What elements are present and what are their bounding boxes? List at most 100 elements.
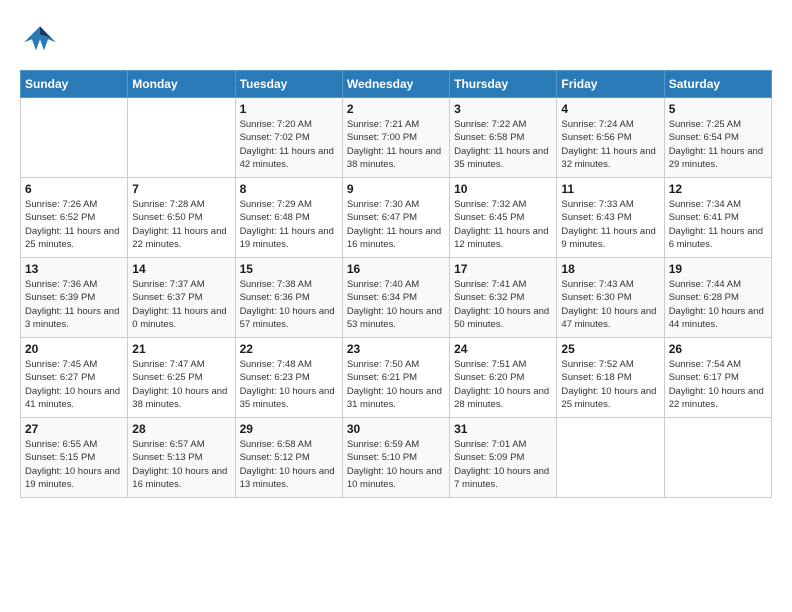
day-info: Sunrise: 7:38 AM Sunset: 6:36 PM Dayligh… bbox=[240, 278, 338, 331]
calendar-cell bbox=[664, 418, 771, 498]
weekday-header: Thursday bbox=[450, 71, 557, 98]
calendar-week-row: 13Sunrise: 7:36 AM Sunset: 6:39 PM Dayli… bbox=[21, 258, 772, 338]
calendar-cell: 26 Sunrise: 7:54 AM Sunset: 6:17 PM Dayli… bbox=[664, 338, 771, 418]
day-info: Sunrise: 7:22 AM Sunset: 6:58 PM Dayligh… bbox=[454, 118, 552, 171]
calendar-cell: 21 Sunrise: 7:47 AM Sunset: 6:25 PM Dayli… bbox=[128, 338, 235, 418]
calendar-cell: 9 Sunrise: 7:30 AM Sunset: 6:47 PM Daylig… bbox=[342, 178, 449, 258]
day-number: 16 bbox=[347, 262, 445, 276]
day-info: Sunrise: 7:34 AM Sunset: 6:41 PM Dayligh… bbox=[669, 198, 767, 251]
day-info: Sunrise: 7:54 AM Sunset: 6:17 PM Dayligh… bbox=[669, 358, 767, 411]
calendar-week-row: 6 Sunrise: 7:26 AM Sunset: 6:52 PM Daylig… bbox=[21, 178, 772, 258]
calendar-cell: 12 Sunrise: 7:34 AM Sunset: 6:41 PM Dayli… bbox=[664, 178, 771, 258]
day-info: Sunrise: 7:50 AM Sunset: 6:21 PM Dayligh… bbox=[347, 358, 445, 411]
day-number: 17 bbox=[454, 262, 552, 276]
day-info: Sunrise: 7:41 AM Sunset: 6:32 PM Dayligh… bbox=[454, 278, 552, 331]
day-number: 28 bbox=[132, 422, 230, 436]
calendar-cell: 31 Sunrise: 7:01 AM Sunset: 5:09 PM Dayli… bbox=[450, 418, 557, 498]
calendar-cell: 5 Sunrise: 7:25 AM Sunset: 6:54 PM Daylig… bbox=[664, 98, 771, 178]
day-info: Sunrise: 7:26 AM Sunset: 6:52 PM Dayligh… bbox=[25, 198, 123, 251]
day-number: 24 bbox=[454, 342, 552, 356]
day-number: 3 bbox=[454, 102, 552, 116]
day-number: 18 bbox=[561, 262, 659, 276]
calendar-cell: 8 Sunrise: 7:29 AM Sunset: 6:48 PM Daylig… bbox=[235, 178, 342, 258]
weekday-header: Monday bbox=[128, 71, 235, 98]
calendar-cell bbox=[128, 98, 235, 178]
page-header bbox=[20, 20, 772, 60]
day-info: Sunrise: 7:01 AM Sunset: 5:09 PM Dayligh… bbox=[454, 438, 552, 491]
day-info: Sunrise: 7:20 AM Sunset: 7:02 PM Dayligh… bbox=[240, 118, 338, 171]
day-number: 9 bbox=[347, 182, 445, 196]
calendar-cell: 18 Sunrise: 7:43 AM Sunset: 6:30 PM Dayli… bbox=[557, 258, 664, 338]
day-info: Sunrise: 7:40 AM Sunset: 6:34 PM Dayligh… bbox=[347, 278, 445, 331]
day-number: 2 bbox=[347, 102, 445, 116]
day-number: 20 bbox=[25, 342, 123, 356]
calendar-cell: 17 Sunrise: 7:41 AM Sunset: 6:32 PM Dayli… bbox=[450, 258, 557, 338]
calendar-week-row: 27Sunrise: 6:55 AM Sunset: 5:15 PM Dayli… bbox=[21, 418, 772, 498]
day-info: Sunrise: 7:24 AM Sunset: 6:56 PM Dayligh… bbox=[561, 118, 659, 171]
day-number: 4 bbox=[561, 102, 659, 116]
weekday-header: Wednesday bbox=[342, 71, 449, 98]
calendar-week-row: 1 Sunrise: 7:20 AM Sunset: 7:02 PM Daylig… bbox=[21, 98, 772, 178]
day-number: 14 bbox=[132, 262, 230, 276]
calendar-cell: 14Sunrise: 7:37 AM Sunset: 6:37 PM Dayli… bbox=[128, 258, 235, 338]
calendar-cell: 13Sunrise: 7:36 AM Sunset: 6:39 PM Dayli… bbox=[21, 258, 128, 338]
calendar-cell: 29Sunrise: 6:58 AM Sunset: 5:12 PM Dayli… bbox=[235, 418, 342, 498]
weekday-header: Sunday bbox=[21, 71, 128, 98]
day-number: 5 bbox=[669, 102, 767, 116]
calendar-cell bbox=[21, 98, 128, 178]
logo-icon bbox=[20, 20, 60, 60]
calendar-cell: 27Sunrise: 6:55 AM Sunset: 5:15 PM Dayli… bbox=[21, 418, 128, 498]
day-info: Sunrise: 7:43 AM Sunset: 6:30 PM Dayligh… bbox=[561, 278, 659, 331]
day-number: 19 bbox=[669, 262, 767, 276]
calendar-cell: 3 Sunrise: 7:22 AM Sunset: 6:58 PM Daylig… bbox=[450, 98, 557, 178]
day-info: Sunrise: 7:28 AM Sunset: 6:50 PM Dayligh… bbox=[132, 198, 230, 251]
day-info: Sunrise: 6:57 AM Sunset: 5:13 PM Dayligh… bbox=[132, 438, 230, 491]
day-info: Sunrise: 7:21 AM Sunset: 7:00 PM Dayligh… bbox=[347, 118, 445, 171]
day-number: 26 bbox=[669, 342, 767, 356]
day-info: Sunrise: 7:33 AM Sunset: 6:43 PM Dayligh… bbox=[561, 198, 659, 251]
calendar-cell: 23 Sunrise: 7:50 AM Sunset: 6:21 PM Dayli… bbox=[342, 338, 449, 418]
day-number: 21 bbox=[132, 342, 230, 356]
day-info: Sunrise: 7:44 AM Sunset: 6:28 PM Dayligh… bbox=[669, 278, 767, 331]
calendar-week-row: 20 Sunrise: 7:45 AM Sunset: 6:27 PM Dayli… bbox=[21, 338, 772, 418]
day-info: Sunrise: 7:32 AM Sunset: 6:45 PM Dayligh… bbox=[454, 198, 552, 251]
calendar-cell: 24Sunrise: 7:51 AM Sunset: 6:20 PM Dayli… bbox=[450, 338, 557, 418]
day-info: Sunrise: 7:25 AM Sunset: 6:54 PM Dayligh… bbox=[669, 118, 767, 171]
day-info: Sunrise: 7:48 AM Sunset: 6:23 PM Dayligh… bbox=[240, 358, 338, 411]
calendar-cell: 10Sunrise: 7:32 AM Sunset: 6:45 PM Dayli… bbox=[450, 178, 557, 258]
calendar-cell: 2 Sunrise: 7:21 AM Sunset: 7:00 PM Daylig… bbox=[342, 98, 449, 178]
calendar-cell: 16 Sunrise: 7:40 AM Sunset: 6:34 PM Dayli… bbox=[342, 258, 449, 338]
calendar-cell: 25Sunrise: 7:52 AM Sunset: 6:18 PM Dayli… bbox=[557, 338, 664, 418]
calendar-table: SundayMondayTuesdayWednesdayThursdayFrid… bbox=[20, 70, 772, 498]
day-number: 6 bbox=[25, 182, 123, 196]
day-number: 1 bbox=[240, 102, 338, 116]
logo bbox=[20, 20, 64, 60]
weekday-header: Friday bbox=[557, 71, 664, 98]
calendar-cell: 1 Sunrise: 7:20 AM Sunset: 7:02 PM Daylig… bbox=[235, 98, 342, 178]
day-number: 13 bbox=[25, 262, 123, 276]
calendar-cell: 22 Sunrise: 7:48 AM Sunset: 6:23 PM Dayli… bbox=[235, 338, 342, 418]
day-number: 31 bbox=[454, 422, 552, 436]
weekday-header: Saturday bbox=[664, 71, 771, 98]
calendar-cell bbox=[557, 418, 664, 498]
day-info: Sunrise: 7:52 AM Sunset: 6:18 PM Dayligh… bbox=[561, 358, 659, 411]
day-info: Sunrise: 7:47 AM Sunset: 6:25 PM Dayligh… bbox=[132, 358, 230, 411]
day-info: Sunrise: 7:45 AM Sunset: 6:27 PM Dayligh… bbox=[25, 358, 123, 411]
day-info: Sunrise: 7:30 AM Sunset: 6:47 PM Dayligh… bbox=[347, 198, 445, 251]
day-info: Sunrise: 6:55 AM Sunset: 5:15 PM Dayligh… bbox=[25, 438, 123, 491]
day-number: 22 bbox=[240, 342, 338, 356]
day-info: Sunrise: 6:59 AM Sunset: 5:10 PM Dayligh… bbox=[347, 438, 445, 491]
weekday-header-row: SundayMondayTuesdayWednesdayThursdayFrid… bbox=[21, 71, 772, 98]
calendar-cell: 20 Sunrise: 7:45 AM Sunset: 6:27 PM Dayli… bbox=[21, 338, 128, 418]
day-number: 8 bbox=[240, 182, 338, 196]
calendar-cell: 6 Sunrise: 7:26 AM Sunset: 6:52 PM Daylig… bbox=[21, 178, 128, 258]
calendar-cell: 15Sunrise: 7:38 AM Sunset: 6:36 PM Dayli… bbox=[235, 258, 342, 338]
day-number: 11 bbox=[561, 182, 659, 196]
day-number: 12 bbox=[669, 182, 767, 196]
day-number: 23 bbox=[347, 342, 445, 356]
day-info: Sunrise: 7:29 AM Sunset: 6:48 PM Dayligh… bbox=[240, 198, 338, 251]
day-info: Sunrise: 6:58 AM Sunset: 5:12 PM Dayligh… bbox=[240, 438, 338, 491]
day-number: 7 bbox=[132, 182, 230, 196]
calendar-cell: 11 Sunrise: 7:33 AM Sunset: 6:43 PM Dayli… bbox=[557, 178, 664, 258]
calendar-cell: 7 Sunrise: 7:28 AM Sunset: 6:50 PM Daylig… bbox=[128, 178, 235, 258]
